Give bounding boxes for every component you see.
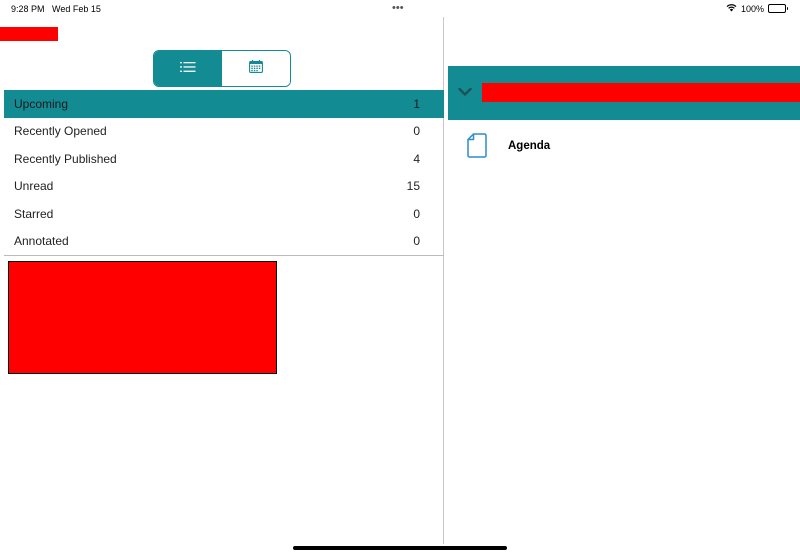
category-item-upcoming[interactable]: Upcoming 1: [4, 90, 444, 118]
list-divider: [4, 255, 444, 256]
category-item-unread[interactable]: Unread 15: [4, 173, 444, 201]
battery-percent: 100%: [740, 3, 764, 14]
view-mode-segmented-control: [153, 50, 291, 87]
redacted-content-block: [8, 261, 277, 374]
category-list: Upcoming 1 Recently Opened 0 Recently Pu…: [4, 90, 444, 255]
calendar-view-segment[interactable]: [222, 51, 290, 86]
category-count: 4: [413, 151, 420, 166]
document-row-agenda[interactable]: Agenda: [448, 131, 800, 161]
category-label: Recently Published: [14, 151, 117, 166]
chevron-down-icon[interactable]: [458, 84, 472, 102]
detail-panel: Agenda: [448, 17, 800, 544]
category-label: Upcoming: [14, 96, 69, 111]
category-label: Recently Opened: [14, 124, 107, 139]
list-view-segment[interactable]: [154, 51, 222, 86]
multitasking-dots-icon[interactable]: •••: [392, 2, 404, 14]
redacted-logo: [0, 27, 58, 41]
category-count: 0: [413, 206, 420, 221]
category-count: 0: [413, 234, 420, 249]
meeting-section-header[interactable]: [448, 66, 800, 120]
status-date: Wed Feb 15: [52, 4, 101, 14]
document-title: Agenda: [508, 140, 551, 152]
list-icon: [180, 60, 196, 78]
wifi-icon: [726, 3, 737, 14]
sidebar-panel: Upcoming 1 Recently Opened 0 Recently Pu…: [0, 17, 444, 544]
category-count: 1: [413, 96, 420, 111]
document-icon: [467, 133, 487, 163]
redacted-section-title: [482, 83, 800, 102]
category-item-annotated[interactable]: Annotated 0: [4, 228, 444, 256]
calendar-icon: [249, 59, 263, 78]
category-count: 0: [413, 124, 420, 139]
home-indicator[interactable]: [293, 546, 507, 550]
status-time: 9:28 PM: [11, 4, 45, 14]
category-count: 15: [406, 179, 420, 194]
status-bar: 9:28 PM Wed Feb 15 ••• 100%: [0, 0, 800, 18]
category-label: Starred: [14, 206, 54, 221]
category-item-recently-opened[interactable]: Recently Opened 0: [4, 118, 444, 146]
battery-icon: [768, 4, 788, 13]
category-label: Unread: [14, 179, 54, 194]
category-label: Annotated: [14, 234, 69, 249]
status-indicators: 100%: [726, 3, 788, 14]
category-item-recently-published[interactable]: Recently Published 4: [4, 145, 444, 173]
category-item-starred[interactable]: Starred 0: [4, 200, 444, 228]
